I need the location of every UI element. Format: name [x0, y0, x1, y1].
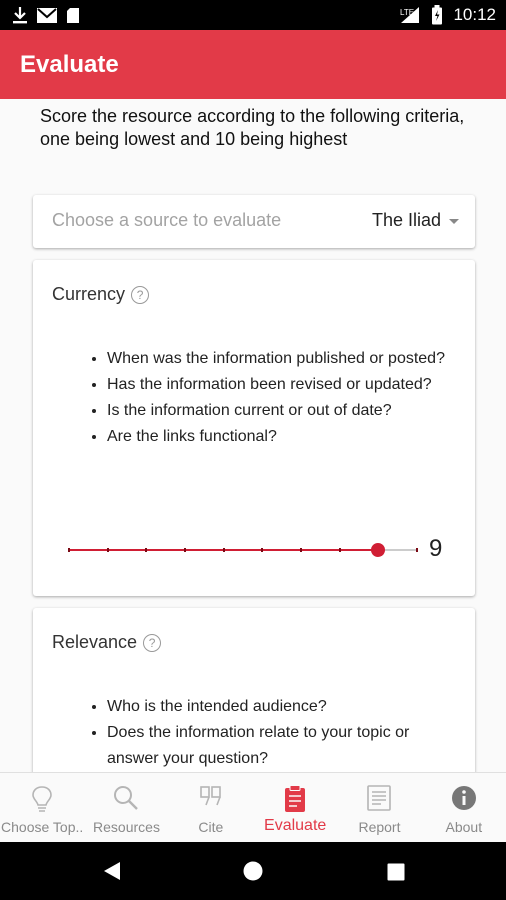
slider-tick: [68, 548, 70, 552]
info-icon: [451, 786, 476, 810]
nav-evaluate[interactable]: Evaluate: [253, 773, 337, 843]
list-item: Are the links functional?: [107, 424, 457, 450]
nav-report[interactable]: Report: [337, 773, 421, 843]
question-list: When was the information published or po…: [89, 346, 457, 450]
quote-icon: [200, 786, 221, 806]
criteria-title: Currency ?: [52, 284, 150, 305]
svg-text:LTE: LTE: [400, 8, 414, 17]
slider-thumb[interactable]: [371, 543, 386, 557]
source-selector[interactable]: Choose a source to evaluate The Iliad: [33, 195, 475, 248]
slider-tick: [222, 548, 225, 552]
nav-label: Resources: [93, 819, 160, 835]
app-bar: Evaluate: [0, 30, 506, 99]
slider-tick: [184, 548, 186, 552]
nav-choose-topic[interactable]: Choose Top..: [0, 773, 84, 843]
clipboard-icon: [285, 785, 306, 812]
nav-label: Evaluate: [264, 817, 327, 834]
help-icon[interactable]: ?: [131, 285, 150, 304]
source-selected-value: The Iliad: [371, 210, 441, 230]
nav-cite[interactable]: Cite: [169, 773, 253, 843]
list-item: Is the information current or out of dat…: [107, 398, 457, 424]
nav-label: Choose Top..: [1, 819, 84, 835]
slider-tick: [261, 548, 264, 552]
slider-tick: [300, 548, 302, 552]
criteria-card-currency: Currency ? When was the information publ…: [33, 260, 475, 596]
gmail-icon: [37, 7, 57, 23]
lightbulb-icon: [32, 786, 52, 812]
nav-label: Cite: [198, 819, 224, 835]
intro-text: Score the resource according to the foll…: [40, 106, 465, 149]
dropdown-caret-icon: [449, 219, 459, 224]
score-slider[interactable]: [68, 540, 418, 560]
criteria-card-relevance: Relevance ? Who is the intended audience…: [33, 608, 475, 772]
nav-resources[interactable]: Resources: [84, 773, 168, 843]
home-icon[interactable]: [243, 861, 263, 881]
source-dropdown[interactable]: The Iliad: [372, 210, 459, 231]
list-item: Who is the intended audience?: [107, 694, 457, 720]
search-icon: [114, 786, 139, 810]
score-value: 9: [429, 535, 443, 562]
nav-about[interactable]: About: [422, 773, 506, 843]
signal-icon: LTE: [400, 7, 420, 23]
battery-icon: [432, 5, 443, 25]
evaluate-content[interactable]: Score the resource according to the foll…: [0, 99, 506, 772]
sd-card-icon: [67, 7, 79, 23]
bottom-navigation: Choose Top.. Resources Cite Evaluate Rep…: [0, 772, 506, 843]
status-bar: LTE 10:12: [0, 0, 506, 30]
back-icon[interactable]: [103, 861, 121, 881]
status-time: 10:12: [453, 5, 496, 24]
list-item: Has the information been revised or upda…: [107, 372, 457, 398]
slider-tick: [338, 548, 341, 552]
criteria-title: Relevance ?: [52, 632, 162, 653]
help-icon[interactable]: ?: [143, 633, 162, 652]
list-item: When was the information published or po…: [107, 346, 457, 372]
question-list: Who is the intended audience? Does the i…: [89, 694, 457, 772]
slider-tick: [416, 548, 418, 552]
recents-icon[interactable]: [387, 863, 405, 881]
nav-label: About: [445, 819, 483, 835]
nav-label: Report: [358, 819, 401, 835]
system-nav-bar: [0, 842, 506, 900]
list-item: Does the information relate to your topi…: [107, 720, 457, 772]
page-title: Evaluate: [20, 51, 119, 78]
source-placeholder: Choose a source to evaluate: [52, 210, 282, 230]
report-icon: [367, 785, 392, 811]
download-icon: [13, 7, 27, 24]
slider-tick: [145, 548, 148, 552]
slider-tick: [106, 548, 109, 552]
